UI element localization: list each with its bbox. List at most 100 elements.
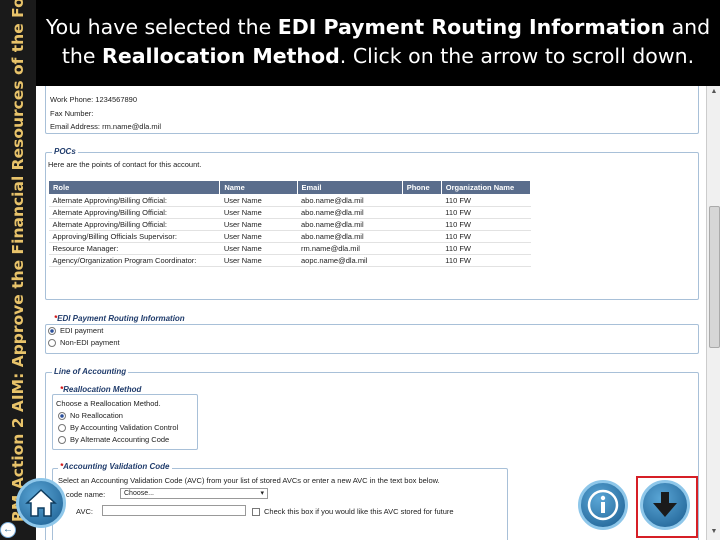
edi-option-label: EDI payment: [60, 326, 104, 335]
realloc-avc-radio[interactable]: [58, 424, 66, 433]
realloc-legend-text: Reallocation Method: [63, 385, 142, 394]
avc-legend: *Accounting Validation Code: [58, 462, 172, 471]
avc-input[interactable]: [102, 505, 246, 516]
poc-role: Alternate Approving/Billing Official:: [48, 206, 220, 219]
avc-code-select-value: Choose...: [124, 490, 154, 497]
pocs-legend: POCs: [52, 147, 78, 156]
scroll-up-icon[interactable]: ▲: [709, 88, 719, 98]
poc-row: Resource Manager: User Name rm.name@dla.mi…: [48, 242, 531, 255]
poc-row: Alternate Approving/Billing Official: Use…: [48, 218, 531, 231]
avc-store-checkbox[interactable]: [252, 508, 260, 517]
avc-code-select[interactable]: Choose... ▾: [120, 488, 268, 499]
poc-name: User Name: [219, 218, 297, 231]
realloc-legend: *Reallocation Method: [58, 385, 144, 394]
poc-email: abo.name@dla.mil: [297, 230, 403, 243]
poc-org: 110 FW: [441, 206, 531, 219]
poc-phone: [402, 218, 442, 231]
scroll-down-icon[interactable]: ▼: [709, 528, 719, 538]
home-icon: [25, 488, 57, 517]
poc-phone: [402, 206, 442, 219]
email-address: Email Address: rm.name@dla.mil: [50, 122, 161, 131]
poc-phone: [402, 230, 442, 243]
realloc-none-label: No Reallocation: [70, 411, 123, 420]
scroll-down-button[interactable]: [640, 480, 690, 530]
avc-code-label: code name:: [66, 490, 106, 499]
poc-row: Approving/Billing Officials Supervisor: U…: [48, 230, 531, 243]
loa-legend: Line of Accounting: [52, 367, 129, 376]
home-button[interactable]: [16, 478, 66, 528]
vertical-title: RM Action 2 AIM: Approve the Financial R…: [9, 0, 27, 522]
poc-phone: [402, 242, 442, 255]
realloc-option-alt[interactable]: By Alternate Accounting Code: [58, 435, 170, 445]
back-arrow-icon: ←: [3, 524, 13, 535]
poc-email: abo.name@dla.mil: [297, 218, 403, 231]
avc-legend-text: Accounting Validation Code: [63, 462, 170, 471]
chevron-down-icon: ▾: [260, 490, 264, 497]
edi-legend-text: EDI Payment Routing Information: [57, 314, 185, 323]
instruction-bold-realloc: Reallocation Method: [102, 44, 340, 68]
avc-instructions: Select an Accounting Validation Code (AV…: [58, 476, 440, 485]
poc-row: Alternate Approving/Billing Official: Use…: [48, 194, 531, 207]
avc-label: AVC:: [76, 507, 93, 516]
realloc-prompt: Choose a Reallocation Method.: [56, 399, 161, 408]
poc-phone: [402, 254, 442, 267]
col-name: Name: [219, 180, 298, 195]
non-edi-option-label: Non-EDI payment: [60, 338, 120, 347]
poc-org: 110 FW: [441, 254, 531, 267]
poc-email: abo.name@dla.mil: [297, 206, 403, 219]
realloc-alt-label: By Alternate Accounting Code: [70, 435, 170, 444]
pocs-table-body: Alternate Approving/Billing Official: Use…: [48, 194, 531, 267]
poc-email: abo.name@dla.mil: [297, 194, 403, 207]
col-org: Organization Name: [440, 180, 532, 195]
poc-org: 110 FW: [441, 230, 531, 243]
realloc-alt-radio[interactable]: [58, 436, 66, 445]
realloc-avc-label: By Accounting Validation Control: [70, 423, 179, 432]
poc-row: Agency/Organization Program Coordinator:…: [48, 254, 531, 267]
poc-name: User Name: [219, 194, 297, 207]
back-button[interactable]: ←: [0, 522, 16, 538]
poc-role: Alternate Approving/Billing Official:: [48, 194, 220, 207]
poc-name: User Name: [219, 242, 297, 255]
scrollbar-thumb[interactable]: [709, 206, 720, 348]
col-phone: Phone: [401, 180, 442, 195]
edi-option-edi[interactable]: EDI payment: [48, 326, 104, 336]
instruction-text-post: . Click on the arrow to scroll down.: [339, 44, 695, 68]
poc-name: User Name: [219, 254, 297, 267]
info-button[interactable]: [578, 480, 628, 530]
poc-row: Alternate Approving/Billing Official: Use…: [48, 206, 531, 219]
page-scrollbar[interactable]: ▲ ▼: [706, 86, 720, 540]
non-edi-radio[interactable]: [48, 339, 56, 348]
pocs-intro: Here are the points of contact for this …: [48, 160, 202, 169]
edi-radio[interactable]: [48, 327, 56, 336]
fax-number: Fax Number:: [50, 109, 94, 118]
poc-role: Resource Manager:: [48, 242, 220, 255]
avc-store-label: Check this box if you would like this AV…: [264, 507, 454, 516]
poc-role: Approving/Billing Officials Supervisor:: [48, 230, 220, 243]
form-content: Work Phone: 1234567890 Fax Number: Email…: [36, 86, 706, 540]
info-icon: [587, 489, 619, 521]
pocs-table: Role Name Email Phone Organization Name …: [47, 180, 532, 267]
poc-email: rm.name@dla.mil: [297, 242, 403, 255]
poc-role: Agency/Organization Program Coordinator:: [48, 254, 220, 267]
down-arrow-icon: [653, 492, 677, 517]
instruction-text-pre: You have selected the: [45, 15, 278, 39]
work-phone: Work Phone: 1234567890: [50, 95, 138, 104]
realloc-option-avc[interactable]: By Accounting Validation Control: [58, 423, 179, 433]
poc-name: User Name: [219, 206, 297, 219]
avc-store-option[interactable]: Check this box if you would like this AV…: [252, 507, 454, 517]
poc-role: Alternate Approving/Billing Official:: [48, 218, 220, 231]
poc-org: 110 FW: [441, 242, 531, 255]
poc-org: 110 FW: [441, 194, 531, 207]
poc-email: aopc.name@dla.mil: [297, 254, 403, 267]
poc-name: User Name: [219, 230, 297, 243]
edi-option-non-edi[interactable]: Non-EDI payment: [48, 338, 120, 348]
poc-phone: [402, 194, 442, 207]
instruction-bold-edi: EDI Payment Routing Information: [277, 15, 666, 39]
poc-org: 110 FW: [441, 218, 531, 231]
realloc-none-radio[interactable]: [58, 412, 66, 421]
realloc-option-none[interactable]: No Reallocation: [58, 411, 123, 421]
edi-legend: *EDI Payment Routing Information: [52, 314, 187, 323]
col-role: Role: [47, 180, 221, 195]
col-email: Email: [296, 180, 403, 195]
sidebar: RM Action 2 AIM: Approve the Financial R…: [0, 0, 36, 540]
